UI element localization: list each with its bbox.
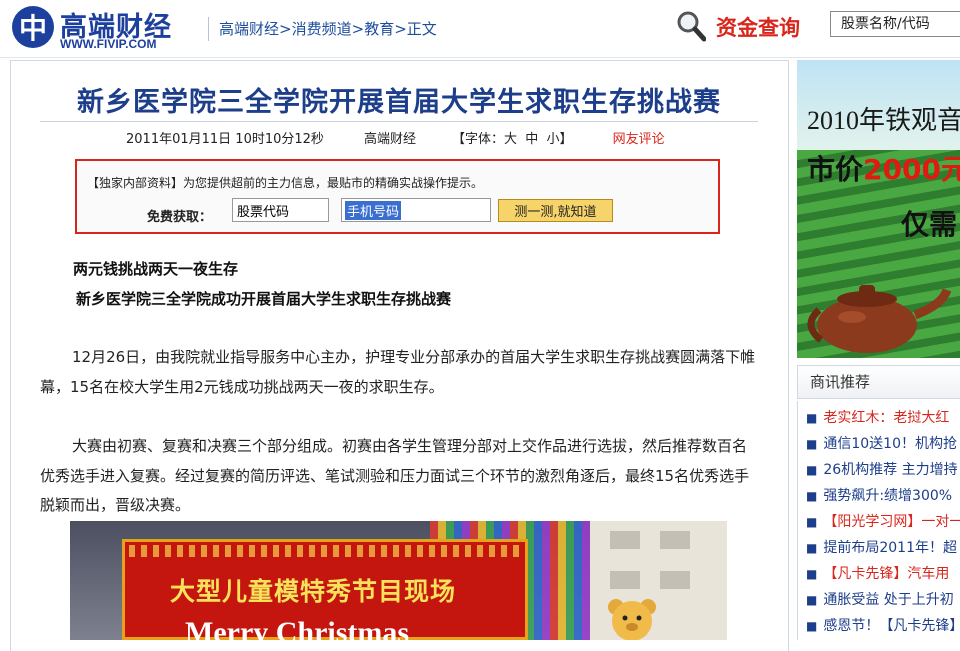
list-item-text: 【凡卡先锋】汽车用: [823, 566, 950, 582]
list-item[interactable]: ■ 通胀受益 处于上升初: [806, 589, 954, 609]
font-size-large[interactable]: 大: [504, 132, 517, 147]
article-source: 高端财经: [363, 132, 416, 147]
bullet-icon: ■: [806, 463, 818, 477]
font-size-medium[interactable]: 中: [525, 132, 538, 147]
list-item-text: 老实红木：老挝大红: [823, 410, 950, 426]
promo-phone-input[interactable]: 手机号码: [341, 198, 491, 222]
breadcrumb-separator: >: [351, 20, 365, 38]
breadcrumb: 高端财经>消费频道>教育>正文: [208, 17, 437, 41]
article-paragraph: 12月26日，由我院就业指导服务中心主办，护理专业分部承办的首届大学生求职生存挑…: [40, 343, 760, 402]
list-item[interactable]: ■ 【阳光学习网】一对一: [806, 511, 960, 531]
breadcrumb-separator: >: [279, 20, 292, 38]
breadcrumb-home[interactable]: 高端财经: [219, 20, 279, 38]
article-datetime: 2011年01月11日 10时10分12秒: [126, 132, 324, 147]
photo-event-banner: 大型儿童模特秀节目现场 Merry Christmas: [122, 539, 528, 640]
bullet-icon: ■: [806, 619, 818, 633]
list-item-text: 【阳光学习网】一对一: [823, 514, 960, 530]
fund-query-link[interactable]: 资金查询: [716, 12, 800, 42]
list-item[interactable]: ■ 【凡卡先锋】汽车用: [806, 563, 949, 583]
breadcrumb-education[interactable]: 教育: [364, 20, 394, 38]
article-paragraph: 大赛由初赛、复赛和决赛三个部分组成。初赛由各学生管理分部对上交作品进行选拔，然后…: [40, 432, 760, 521]
breadcrumb-separator: >: [394, 20, 407, 38]
bullet-icon: ■: [806, 567, 818, 581]
list-item[interactable]: ■ 提前布局2011年！超: [806, 537, 957, 557]
logo-emblem-icon: 中: [12, 6, 54, 48]
site-logo[interactable]: 中 高端财经 WWW.FIVIP.COM: [12, 6, 212, 51]
bullet-icon: ■: [806, 437, 818, 451]
list-item-text: 提前布局2011年！超: [823, 540, 957, 556]
ad-price-prefix: 市价: [807, 153, 864, 186]
article-subhead: 两元钱挑战两天一夜生存: [73, 260, 239, 278]
ad-price-value: 2000元: [863, 153, 960, 186]
banner-subtitle: Merry Christmas: [185, 616, 410, 640]
font-size-small[interactable]: 小: [547, 132, 560, 147]
paragraph-text: 大赛由初赛、复赛和决赛三个部分组成。初赛由各学生管理分部对上交作品进行选拔，然后…: [40, 437, 750, 514]
breadcrumb-article[interactable]: 正文: [407, 20, 437, 38]
bullet-icon: ■: [806, 515, 818, 529]
list-item-text: 通信10送10！机构抢: [823, 436, 957, 452]
comments-link[interactable]: 网友评论: [613, 132, 665, 147]
list-item[interactable]: ■ 感恩节！【凡卡先锋】: [806, 615, 960, 635]
ad-only-text: 仅需: [901, 208, 958, 241]
ad-title: 2010年铁观音: [807, 106, 960, 135]
list-item-text: 强势飙升:绩增300%: [823, 488, 953, 504]
article-meta: 2011年01月11日 10时10分12秒 高端财经 【字体：大 中 小】 网友评论: [126, 128, 665, 147]
list-item[interactable]: ■ 26机构推荐 主力增持: [806, 459, 958, 479]
bullet-icon: ■: [806, 593, 818, 607]
sidebar-recommend-header: 商讯推荐: [797, 365, 960, 399]
article-subhead: 新乡医学院三全学院成功开展首届大学生求职生存挑战赛: [76, 290, 452, 308]
paragraph-text: 12月26日，由我院就业指导服务中心主办，护理专业分部承办的首届大学生求职生存挑…: [40, 348, 756, 396]
bear-mascot-icon: [608, 599, 656, 640]
stock-search-input[interactable]: [830, 11, 960, 37]
teapot-icon: [807, 285, 952, 353]
list-item[interactable]: ■ 通信10送10！机构抢: [806, 433, 957, 453]
header-divider: [0, 57, 960, 58]
breadcrumb-consumer-channel[interactable]: 消费频道: [292, 20, 352, 38]
list-item[interactable]: ■ 强势飙升:绩增300%: [806, 485, 952, 505]
article-photo: 大型儿童模特秀节目现场 Merry Christmas: [70, 521, 727, 640]
test-submit-button[interactable]: 测一测,就知道: [498, 199, 613, 222]
font-size-label: 【字体：: [451, 132, 504, 147]
title-divider: [40, 121, 758, 122]
bullet-icon: ■: [806, 411, 818, 425]
list-item-text: 26机构推荐 主力增持: [823, 462, 958, 478]
list-item-text: 通胀受益 处于上升初: [823, 592, 954, 608]
tea-advertisement[interactable]: 2010年铁观音 市价2000元 仅需: [797, 60, 960, 358]
list-item-text: 感恩节！【凡卡先锋】: [823, 618, 960, 634]
promo-stock-code-input[interactable]: [232, 198, 329, 222]
search-icon[interactable]: [676, 10, 706, 42]
ad-price: 市价2000元: [807, 148, 960, 188]
bullet-icon: ■: [806, 541, 818, 555]
promo-text: 【独家内部资料】为您提供超前的主力信息，最贴市的精确实战操作提示。: [87, 176, 484, 190]
promo-phone-value: 手机号码: [345, 201, 402, 220]
article-title: 新乡医学院三全学院开展首届大学生求职生存挑战赛: [77, 87, 721, 118]
list-item[interactable]: ■ 老实红木：老挝大红: [806, 407, 949, 427]
font-size-close: 】: [559, 132, 573, 147]
bullet-icon: ■: [806, 489, 818, 503]
free-get-label: 免费获取：: [147, 210, 213, 225]
site-header: 中 高端财经 WWW.FIVIP.COM 高端财经>消费频道>教育>正文 资金查…: [0, 0, 960, 58]
logo-url: WWW.FIVIP.COM: [60, 37, 157, 51]
sidebar-news-list: ■ 老实红木：老挝大红 ■ 通信10送10！机构抢 ■ 26机构推荐 主力增持 ■ 强势…: [797, 401, 960, 640]
promo-box: 【独家内部资料】为您提供超前的主力信息，最贴市的精确实战操作提示。 免费获取： …: [75, 159, 720, 234]
banner-title: 大型儿童模特秀节目现场: [170, 577, 457, 606]
